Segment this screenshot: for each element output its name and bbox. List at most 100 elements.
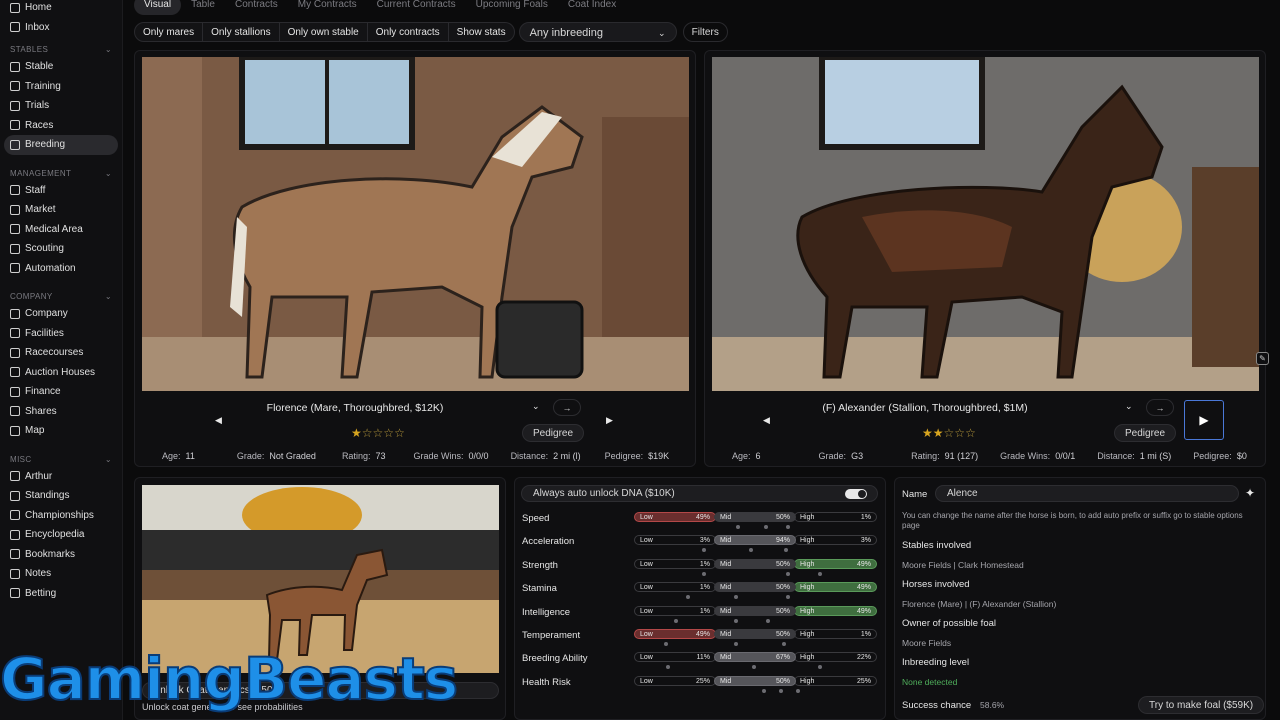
sidebar-item-training[interactable]: Training (0, 77, 122, 97)
edit-icon[interactable]: ✎ (1256, 352, 1269, 365)
dna-trait-name: Breeding Ability (522, 653, 588, 665)
filter-chip-show-stats[interactable]: Show stats (448, 21, 515, 42)
mare-pedigree-button[interactable]: Pedigree (522, 424, 585, 442)
dna-rows: Speed Low 49% Mid 50% High 1% Acceleration Low 3%… (515, 512, 887, 720)
toggle-knob (858, 490, 866, 498)
heart-icon (10, 139, 20, 150)
tab-contracts[interactable]: Contracts (225, 0, 288, 15)
stallion-prev-arrow[interactable]: ◀ (763, 415, 770, 426)
inbreeding-label: Inbreeding level (902, 657, 970, 668)
sidebar-item-label: Bookmarks (25, 548, 76, 560)
sidebar-group-label: STABLES (10, 45, 49, 54)
tab-upcoming-foals[interactable]: Upcoming Foals (466, 0, 558, 15)
finance-icon (10, 386, 20, 397)
dna-bar-label: Low (640, 654, 653, 662)
sidebar-item-finance[interactable]: Finance (0, 382, 122, 402)
sidebar-item-standings[interactable]: Standings (0, 486, 122, 506)
sidebar-item-label: Notes (25, 568, 52, 580)
facilities-icon (10, 328, 20, 339)
sidebar-item-shares[interactable]: Shares (0, 402, 122, 422)
tab-my-contracts[interactable]: My Contracts (288, 0, 367, 15)
filter-chip-only-contracts[interactable]: Only contracts (367, 21, 449, 42)
sidebar-item-label: Inbox (25, 21, 50, 33)
stat-label: Rating: (911, 451, 940, 461)
sidebar-item-map[interactable]: Map (0, 421, 122, 441)
sidebar-item-betting[interactable]: Betting (0, 584, 122, 604)
stat-item: Pedigree: $19K (605, 451, 670, 461)
sidebar-item-label: Breeding (25, 139, 66, 151)
dna-bar-high: High 1% (794, 629, 877, 639)
stat-value: $0 (1236, 451, 1247, 461)
chevron-down-icon[interactable]: ⌄ (105, 43, 112, 57)
auto-unlock-dna-label: Always auto unlock DNA ($10K) (533, 488, 675, 499)
horses-value: Florence (Mare) | (F) Alexander (Stallio… (902, 599, 1057, 609)
sidebar-item-stable[interactable]: Stable (0, 57, 122, 77)
sidebar-item-market[interactable]: Market (0, 200, 122, 220)
chevron-down-icon[interactable]: ⌄ (105, 453, 112, 467)
dna-bar-high: High 49% (794, 605, 877, 616)
sidebar-item-medical-area[interactable]: Medical Area (0, 220, 122, 240)
sidebar-item-auction-houses[interactable]: Auction Houses (0, 363, 122, 383)
filter-chip-only-mares[interactable]: Only mares (134, 21, 204, 42)
sidebar-item-breeding[interactable]: Breeding (4, 135, 118, 155)
mare-prev-arrow[interactable]: ◀ (215, 415, 222, 426)
stat-label: Distance: (1097, 451, 1135, 461)
sidebar-item-bookmarks[interactable]: Bookmarks (0, 545, 122, 565)
stat-item: Grade Wins: 0/0/1 (1000, 451, 1075, 461)
dna-dot (734, 595, 738, 600)
stat-label: Grade: (236, 451, 265, 461)
inbreeding-select[interactable]: Any inbreeding ⌄ (518, 21, 677, 42)
stallion-dropdown-chevron-icon[interactable]: ⌄ (1125, 401, 1133, 412)
sidebar-item-encyclopedia[interactable]: Encyclopedia (0, 525, 122, 545)
dna-row-intelligence: Intelligence Low 1% Mid 50% High 49% (515, 605, 885, 629)
sidebar-item-scouting[interactable]: Scouting (0, 239, 122, 259)
toggle-switch[interactable] (845, 489, 867, 499)
make-foal-button[interactable]: Try to make foal ($59K) (1138, 696, 1265, 714)
chevron-down-icon[interactable]: ⌄ (105, 290, 112, 304)
stat-label: Grade: (818, 451, 847, 461)
sidebar-item-notes[interactable]: Notes (0, 564, 122, 584)
sidebar-item-championships[interactable]: Championships (0, 506, 122, 526)
filter-chip-group: Only mares Only stallions Only own stable O… (134, 21, 515, 42)
mare-swap-button[interactable]: → (553, 399, 581, 416)
tab-table[interactable]: Table (181, 0, 225, 15)
filter-chip-only-own-stable[interactable]: Only own stable (279, 21, 368, 42)
sidebar-item-automation[interactable]: Automation (0, 259, 122, 279)
tab-coat-index[interactable]: Coat Index (558, 0, 626, 15)
dna-bar-mid: Mid 50% (714, 558, 796, 569)
dna-dot (762, 688, 766, 693)
shares-icon (10, 406, 20, 417)
dna-bar-label: High (800, 560, 815, 568)
dna-distribution-dots (634, 571, 877, 577)
mare-next-arrow[interactable]: ▶ (606, 415, 613, 426)
chevron-down-icon[interactable]: ⌄ (105, 167, 112, 181)
sidebar-item-label: Map (25, 425, 45, 437)
sidebar-item-label: Facilities (25, 327, 64, 339)
dna-distribution-dots (634, 547, 877, 553)
dna-row-temperament: Temperament Low 49% Mid 50% High 1% (515, 629, 885, 652)
stallion-play-button[interactable]: ▶ (1184, 400, 1224, 440)
sidebar-item-company[interactable]: Company (0, 304, 122, 324)
tab-visual[interactable]: Visual (134, 0, 182, 15)
success-value: 58.6% (980, 700, 1005, 710)
tab-current-contracts[interactable]: Current Contracts (367, 0, 466, 15)
sparkle-icon[interactable]: ✦ (1245, 486, 1255, 500)
filter-chip-only-stallions[interactable]: Only stallions (203, 21, 280, 42)
sidebar-item-home[interactable]: Home (0, 0, 122, 18)
sidebar-item-facilities[interactable]: Facilities (0, 324, 122, 344)
sidebar-item-arthur[interactable]: Arthur (0, 467, 122, 487)
sidebar-group-title: COMPANY ⌄ (0, 290, 122, 304)
dna-distribution-dots (634, 524, 877, 530)
sidebar-item-staff[interactable]: Staff (0, 181, 122, 201)
auto-unlock-dna-toggle-row[interactable]: Always auto unlock DNA ($10K) (521, 485, 878, 502)
filters-button[interactable]: Filters (682, 21, 728, 42)
stallion-pedigree-button[interactable]: Pedigree (1114, 424, 1177, 442)
stallion-swap-button[interactable]: → (1146, 399, 1174, 416)
name-input[interactable]: Alence (935, 485, 1239, 502)
dna-dot (786, 595, 790, 600)
sidebar-item-trials[interactable]: Trials (0, 96, 122, 116)
sidebar-item-races[interactable]: Races (0, 116, 122, 136)
sidebar-item-inbox[interactable]: Inbox (0, 18, 122, 38)
mare-dropdown-chevron-icon[interactable]: ⌄ (532, 401, 540, 412)
sidebar-item-racecourses[interactable]: Racecourses (0, 343, 122, 363)
